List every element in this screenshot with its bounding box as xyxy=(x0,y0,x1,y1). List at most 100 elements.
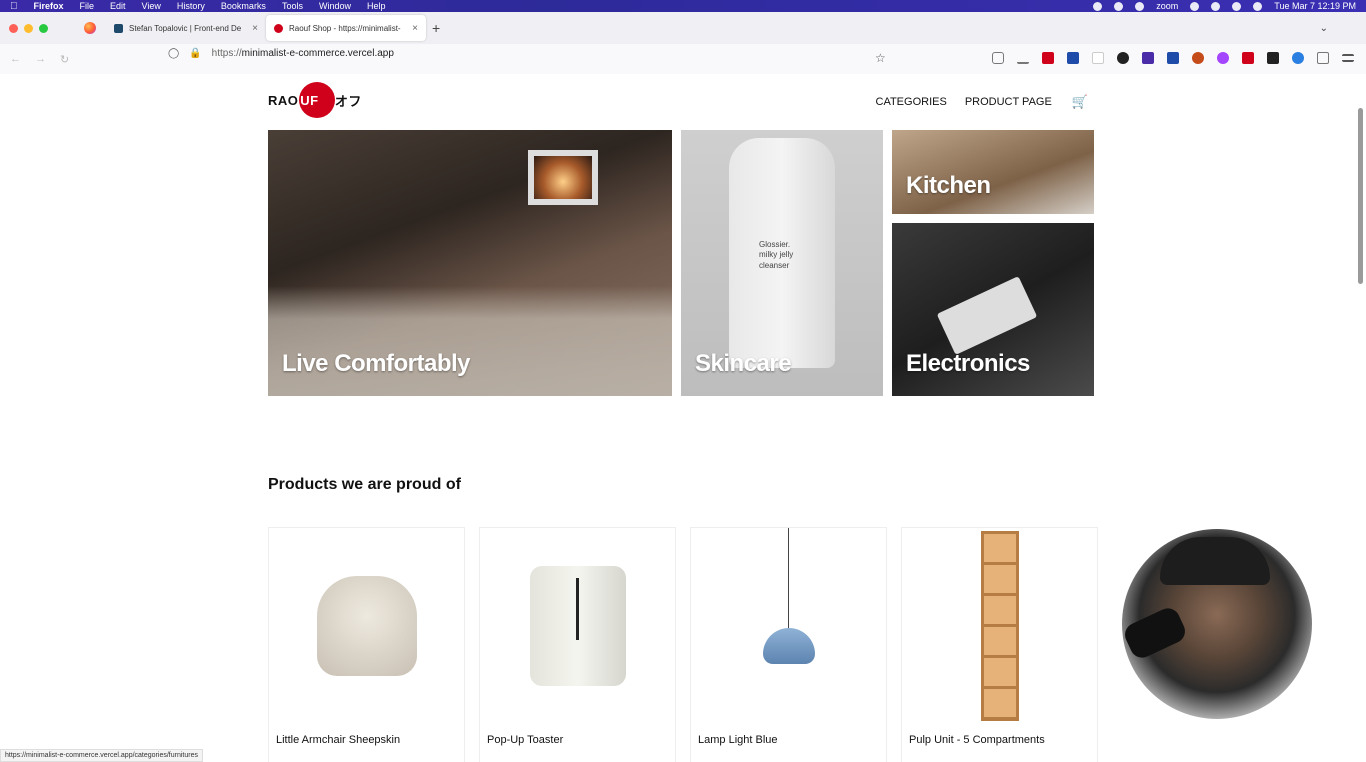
pocket-icon[interactable] xyxy=(992,52,1004,64)
product-name: Lamp Light Blue xyxy=(698,734,778,746)
page-scrollbar[interactable] xyxy=(1358,108,1363,284)
category-label: Skincare xyxy=(695,350,792,377)
extension-icon[interactable] xyxy=(1267,52,1279,64)
close-window-button[interactable] xyxy=(9,23,18,33)
zoom-window-button[interactable] xyxy=(39,23,48,33)
category-tile-skincare[interactable]: Glossier. milky jelly cleanser Skincare xyxy=(681,130,883,396)
new-tab-button[interactable]: + xyxy=(432,20,440,36)
browser-tab[interactable]: Stefan Topalovic | Front-end De × xyxy=(106,15,266,41)
extension-icon[interactable] xyxy=(1117,52,1129,64)
menu-view[interactable]: View xyxy=(142,1,161,11)
extension-icon[interactable] xyxy=(1242,52,1254,64)
search-icon[interactable] xyxy=(1253,1,1263,11)
product-name: Little Armchair Sheepskin xyxy=(276,734,401,746)
toaster-image xyxy=(529,565,626,686)
url-scheme: https:// xyxy=(211,48,242,59)
section-title: Products we are proud of xyxy=(268,476,461,493)
firefox-icon xyxy=(84,22,96,34)
product-card[interactable]: Pulp Unit - 5 Compartments xyxy=(901,527,1098,762)
tab-strip: Stefan Topalovic | Front-end De × Raouf … xyxy=(0,12,1366,44)
cart-icon[interactable]: 🛒 xyxy=(1072,94,1088,110)
category-tile-electronics[interactable]: Electronics xyxy=(892,223,1094,396)
list-all-tabs-icon[interactable]: ⌄ xyxy=(1320,23,1328,34)
menu-edit[interactable]: Edit xyxy=(110,1,126,11)
window-controls xyxy=(9,23,48,33)
browser-tab-active[interactable]: Raouf Shop - https://minimalist- × xyxy=(266,15,426,41)
lock-icon[interactable]: 🔒 xyxy=(189,48,201,59)
extension-icon[interactable] xyxy=(1217,52,1229,64)
product-card[interactable]: Little Armchair Sheepskin xyxy=(268,527,465,762)
nav-buttons: ← → ↻ xyxy=(10,53,69,66)
logo-text-circle: UF xyxy=(300,92,319,108)
product-image xyxy=(269,528,464,723)
hamburger-menu-icon[interactable] xyxy=(1342,54,1354,62)
link-status-bar: https://minimalist-e-commerce.vercel.app… xyxy=(0,749,203,762)
category-label: Live Comfortably xyxy=(282,350,471,377)
close-tab-icon[interactable]: × xyxy=(252,23,258,34)
product-name: Pulp Unit - 5 Compartments xyxy=(909,734,1045,746)
volume-icon[interactable] xyxy=(1190,1,1200,11)
category-label: Kitchen xyxy=(906,172,991,199)
wifi-icon[interactable] xyxy=(1232,1,1242,11)
menu-tools[interactable]: Tools xyxy=(282,1,303,11)
forward-arrow-icon[interactable]: → xyxy=(35,53,46,66)
rug-image xyxy=(268,286,672,396)
fireplace-image xyxy=(528,150,598,205)
macos-menubar:  Firefox File Edit View History Bookmar… xyxy=(0,0,1366,12)
menu-app-name[interactable]: Firefox xyxy=(34,1,64,11)
bookmark-star-icon[interactable]: ☆ xyxy=(875,51,886,65)
menu-window[interactable]: Window xyxy=(319,1,351,11)
armchair-image xyxy=(316,575,417,676)
extension-icon[interactable] xyxy=(1167,52,1179,64)
zoom-menu-label[interactable]: zoom xyxy=(1156,1,1178,11)
status-icon[interactable] xyxy=(1135,1,1145,11)
site-nav: CATEGORIES PRODUCT PAGE 🛒 xyxy=(876,94,1089,110)
menu-bookmarks[interactable]: Bookmarks xyxy=(221,1,266,11)
back-arrow-icon[interactable]: ← xyxy=(10,53,21,66)
reload-icon[interactable]: ↻ xyxy=(60,53,69,66)
close-tab-icon[interactable]: × xyxy=(412,23,418,34)
url-bar[interactable]: ◯ 🔒 https://minimalist-e-commerce.vercel… xyxy=(168,48,394,59)
presenter-cap xyxy=(1160,537,1270,585)
extension-icon[interactable] xyxy=(1292,52,1304,64)
puzzle-icon[interactable] xyxy=(1317,52,1329,64)
category-tile-furniture[interactable]: Live Comfortably xyxy=(268,130,672,396)
shelf-image xyxy=(980,530,1019,721)
extension-icon[interactable] xyxy=(1092,52,1104,64)
product-name: Pop-Up Toaster xyxy=(487,734,564,746)
site-logo[interactable]: RAO UF ラオフ xyxy=(268,82,362,118)
category-tile-kitchen[interactable]: Kitchen xyxy=(892,130,1094,214)
minimize-window-button[interactable] xyxy=(24,23,33,33)
product-image xyxy=(691,528,886,723)
menu-history[interactable]: History xyxy=(177,1,205,11)
nav-product-page-link[interactable]: PRODUCT PAGE xyxy=(965,96,1052,108)
extension-icon[interactable] xyxy=(1067,52,1079,64)
battery-icon[interactable] xyxy=(1211,1,1221,11)
logo-text-left: RAO xyxy=(268,92,299,108)
url-host: minimalist-e-commerce.vercel.app xyxy=(241,48,394,59)
downloads-icon[interactable] xyxy=(1017,52,1029,64)
nav-categories-link[interactable]: CATEGORIES xyxy=(876,96,947,108)
menu-file[interactable]: File xyxy=(80,1,95,11)
product-image xyxy=(480,528,675,723)
apple-icon[interactable]:  xyxy=(10,1,18,12)
lamp-image xyxy=(759,528,819,723)
extension-toolbar xyxy=(992,52,1354,64)
lamp-cord xyxy=(787,528,789,628)
product-list: Little Armchair Sheepskin Pop-Up Toaster… xyxy=(268,527,1098,762)
keyboard-image xyxy=(936,276,1038,355)
extension-icon[interactable] xyxy=(1042,52,1054,64)
url-text[interactable]: https://minimalist-e-commerce.vercel.app xyxy=(212,48,394,59)
firefox-view-tab[interactable] xyxy=(80,18,100,38)
status-icon[interactable] xyxy=(1114,1,1124,11)
product-card[interactable]: Lamp Light Blue xyxy=(690,527,887,762)
status-icon[interactable] xyxy=(1093,1,1103,11)
product-card[interactable]: Pop-Up Toaster xyxy=(479,527,676,762)
bottle-label-text: Glossier. milky jelly cleanser xyxy=(759,240,794,270)
extension-icon[interactable] xyxy=(1142,52,1154,64)
extension-icon[interactable] xyxy=(1192,52,1204,64)
menubar-datetime[interactable]: Tue Mar 7 12:19 PM xyxy=(1274,1,1356,11)
tab-favicon-icon xyxy=(114,23,123,33)
menu-help[interactable]: Help xyxy=(367,1,386,11)
shield-icon[interactable]: ◯ xyxy=(168,48,179,59)
